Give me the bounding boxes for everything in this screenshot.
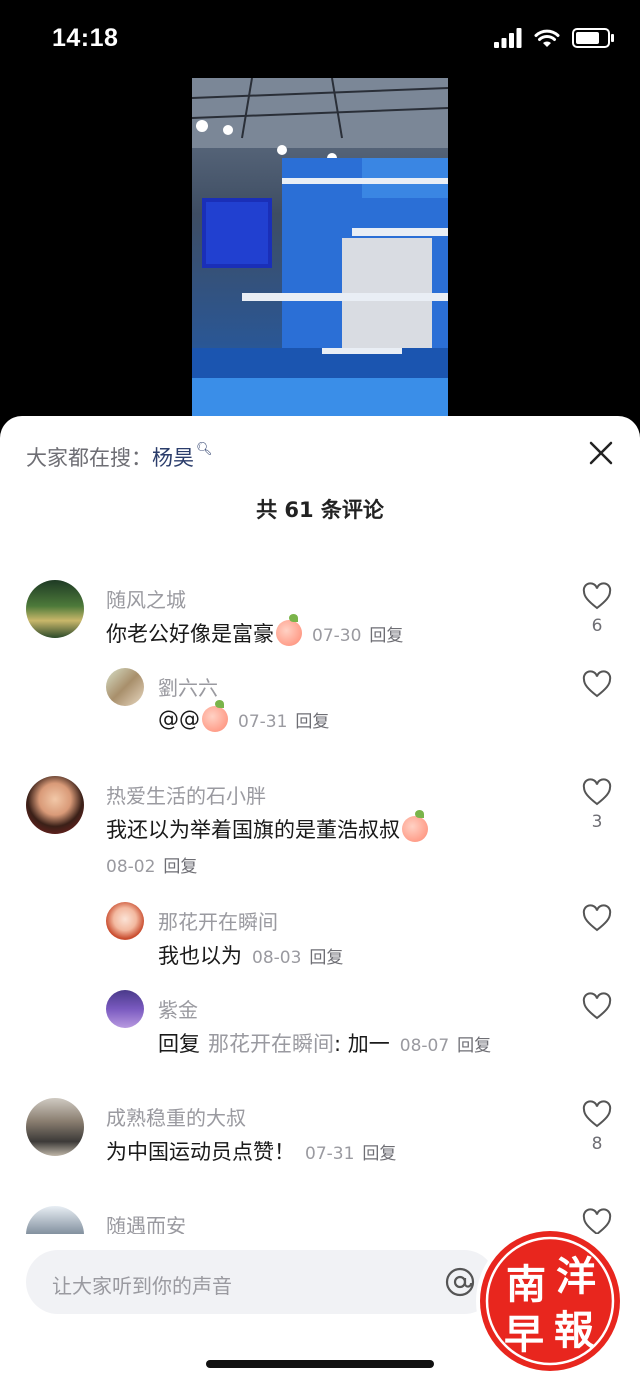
comment-date: 08-07 [399, 1035, 450, 1056]
comment-username[interactable]: 随遇而安 [106, 1210, 186, 1234]
search-icon: 🔍︎ [196, 442, 213, 457]
avatar[interactable] [26, 1206, 84, 1234]
like-button[interactable]: 3 [582, 778, 614, 832]
comment-username[interactable]: 成熟稳重的大叔 [106, 1102, 246, 1131]
comment-text[interactable]: 我也以为 08-03 回复 [158, 940, 343, 970]
comment-username[interactable]: 随风之城 [106, 584, 186, 613]
comment-date: 08-03 [252, 947, 302, 968]
svg-text:南: 南 [506, 1262, 546, 1308]
like-count: 8 [591, 1134, 603, 1154]
like-button[interactable]: 6 [582, 582, 614, 636]
trending-search[interactable]: 大家都在搜：杨昊 🔍︎ [26, 442, 213, 472]
reply-button[interactable]: 回复 [362, 1144, 396, 1164]
reply-button[interactable]: 回复 [457, 1036, 491, 1056]
like-count: 6 [591, 616, 603, 636]
svg-text:洋: 洋 [556, 1254, 596, 1300]
svg-text:早: 早 [504, 1312, 544, 1358]
emoji-icon [202, 700, 228, 732]
video-preview[interactable] [192, 78, 448, 418]
heart-icon [582, 992, 612, 1020]
comment-username[interactable]: 劉六六 [158, 672, 218, 701]
avatar[interactable] [26, 776, 84, 834]
avatar[interactable] [26, 1098, 84, 1156]
comment-date: 07-31 [305, 1143, 355, 1164]
like-button[interactable] [582, 904, 614, 932]
trending-search-keyword[interactable]: 杨昊 [152, 446, 194, 470]
trending-search-prefix: 大家都在搜： [26, 446, 152, 470]
heart-icon [582, 1100, 612, 1128]
heart-icon [582, 670, 612, 698]
reply-button[interactable]: 回复 [295, 712, 329, 732]
comment-count: 共 61 条评论 [256, 498, 384, 522]
comment-date: 07-31 [238, 711, 288, 732]
emoji-icon [276, 614, 302, 646]
heart-icon [582, 778, 612, 806]
comment-username[interactable]: 那花开在瞬间 [158, 906, 278, 935]
like-button[interactable] [582, 670, 614, 698]
status-icons [494, 28, 614, 48]
home-indicator[interactable] [206, 1360, 434, 1368]
reply-button[interactable]: 回复 [309, 948, 343, 968]
comment-text[interactable]: @@ 07-31 回复 [158, 700, 329, 732]
comment-text[interactable]: 为中国运动员点赞！ 07-31 回复 [106, 1136, 396, 1166]
like-button[interactable]: 8 [582, 1100, 614, 1154]
heart-icon [582, 904, 612, 932]
comment-text[interactable]: 你老公好像是富豪 07-30 回复 [106, 614, 403, 648]
newspaper-seal-logo: 南 洋 早 報 [470, 1226, 630, 1376]
wifi-icon [534, 29, 560, 47]
comment-input-placeholder: 让大家听到你的声音 [52, 1274, 232, 1298]
status-bar: 14:18 [0, 0, 640, 80]
avatar[interactable] [106, 668, 144, 706]
avatar[interactable] [106, 990, 144, 1028]
emoji-icon [402, 810, 428, 842]
comment-username[interactable]: 紫金 [158, 994, 198, 1023]
like-count: 3 [591, 812, 603, 832]
like-button[interactable] [582, 992, 614, 1020]
reply-button[interactable]: 回复 [369, 626, 403, 646]
battery-icon [572, 28, 614, 48]
reply-button[interactable]: 回复 [163, 857, 197, 877]
comment-date: 08-02 [106, 857, 156, 877]
svg-text:報: 報 [554, 1308, 594, 1354]
heart-icon [582, 582, 612, 610]
cellular-signal-icon [494, 28, 522, 48]
status-time: 14:18 [52, 24, 119, 52]
comment-text[interactable]: 回复 那花开在瞬间: 加一 08-07 回复 [158, 1028, 491, 1058]
comment-username[interactable]: 热爱生活的石小胖 [106, 780, 266, 809]
diving-platform-image [192, 78, 448, 418]
close-icon[interactable] [586, 438, 616, 468]
comment-date: 07-30 [312, 625, 362, 646]
avatar[interactable] [26, 580, 84, 638]
comment-text[interactable]: 我还以为举着国旗的是董浩叔叔 [106, 810, 428, 844]
avatar[interactable] [106, 902, 144, 940]
comment-input[interactable]: 让大家听到你的声音 [26, 1250, 496, 1314]
reply-to-username[interactable]: 那花开在瞬间 [208, 1028, 334, 1058]
